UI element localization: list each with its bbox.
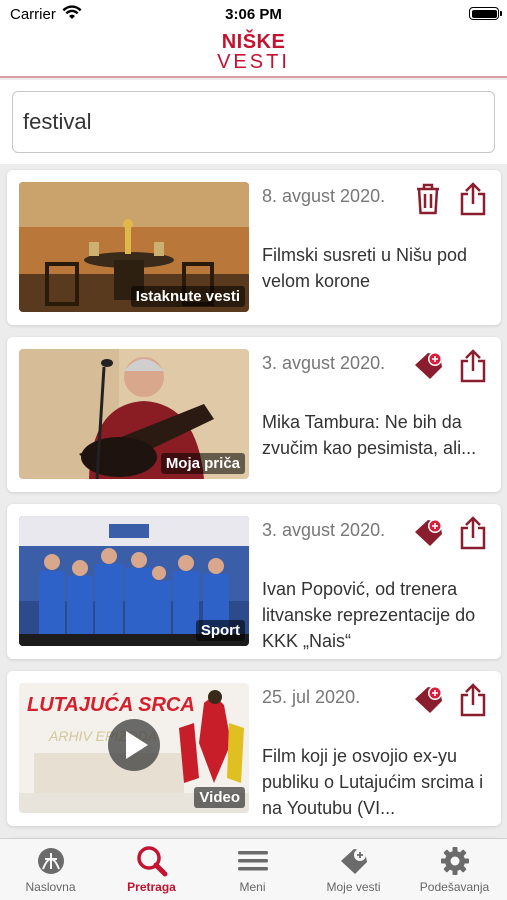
app-logo: NIŠKE VESTI: [0, 32, 507, 72]
article-date: 8. avgust 2020.: [262, 186, 386, 206]
category-badge: Istaknute vesti: [130, 286, 245, 307]
category-badge: Sport: [195, 620, 245, 641]
home-icon: [37, 848, 64, 874]
article-date: 3. avgust 2020.: [262, 353, 386, 373]
share-icon[interactable]: [457, 349, 489, 383]
logo-line-2: VESTI: [217, 51, 290, 73]
tab-label: Naslovna: [25, 880, 76, 894]
article-thumbnail[interactable]: Istaknute vesti: [19, 182, 249, 312]
search-icon: [136, 846, 167, 877]
menu-icon: [237, 851, 268, 871]
article-title[interactable]: Film koji je osvojio ex-yu publiku o Lut…: [262, 743, 497, 821]
tab-pretraga[interactable]: Pretraga: [101, 845, 202, 897]
search-area: [0, 80, 507, 164]
article-date: 25. jul 2020.: [262, 687, 361, 707]
tab-moje-vesti[interactable]: Moje vesti: [303, 845, 404, 897]
tab-bar: Naslovna Pretraga Meni Moje vesti Podeša…: [0, 838, 507, 900]
app-header: NIŠKE VESTI: [0, 28, 507, 78]
article-title[interactable]: Mika Tambura: Ne bih da zvučim kao pesim…: [262, 409, 497, 461]
trash-icon[interactable]: [412, 182, 444, 216]
tab-label: Podešavanja: [419, 880, 490, 894]
tab-label: Meni: [239, 880, 266, 894]
article-title[interactable]: Ivan Popović, od trenera litvanske repre…: [262, 576, 497, 654]
bookmark-add-icon[interactable]: [412, 683, 444, 717]
tab-meni[interactable]: Meni: [202, 845, 303, 897]
tab-label: Moje vesti: [326, 880, 381, 894]
status-bar: Carrier 3:06 PM: [0, 0, 507, 28]
search-box[interactable]: [12, 91, 495, 153]
share-icon[interactable]: [457, 182, 489, 216]
clock: 3:06 PM: [225, 6, 282, 23]
tab-naslovna[interactable]: Naslovna: [0, 845, 101, 897]
gear-icon: [440, 847, 469, 875]
share-icon[interactable]: [457, 683, 489, 717]
bookmark-icon: [340, 849, 367, 874]
result-card[interactable]: LUTAJUĆA SRCA ARHIV EPIZODA Video 25. ju…: [7, 671, 501, 826]
result-card[interactable]: Moja priča 3. avgust 2020. Mika Tambura:…: [7, 337, 501, 492]
result-card[interactable]: Sport 3. avgust 2020. Ivan Popović, od t…: [7, 504, 501, 659]
article-date: 3. avgust 2020.: [262, 520, 386, 540]
tab-podesavanja[interactable]: Podešavanja: [404, 845, 505, 897]
category-badge: Moja priča: [160, 453, 245, 474]
article-thumbnail[interactable]: LUTAJUĆA SRCA ARHIV EPIZODA Video: [19, 683, 249, 813]
battery-icon: [469, 7, 502, 20]
tab-label: Pretraga: [127, 880, 176, 894]
bookmark-add-icon[interactable]: [412, 349, 444, 383]
article-thumbnail[interactable]: Moja priča: [19, 349, 249, 479]
share-icon[interactable]: [457, 516, 489, 550]
bookmark-add-icon[interactable]: [412, 516, 444, 550]
article-thumbnail[interactable]: Sport: [19, 516, 249, 646]
article-title[interactable]: Filmski susreti u Nišu pod velom korone: [262, 242, 497, 294]
category-badge: Video: [194, 787, 245, 808]
logo-line-1: NIŠKE: [221, 31, 286, 53]
thumbnail-text: LUTAJUĆA SRCA: [27, 692, 195, 716]
search-input[interactable]: [13, 92, 494, 152]
result-card[interactable]: Istaknute vesti 8. avgust 2020. Filmski …: [7, 170, 501, 325]
